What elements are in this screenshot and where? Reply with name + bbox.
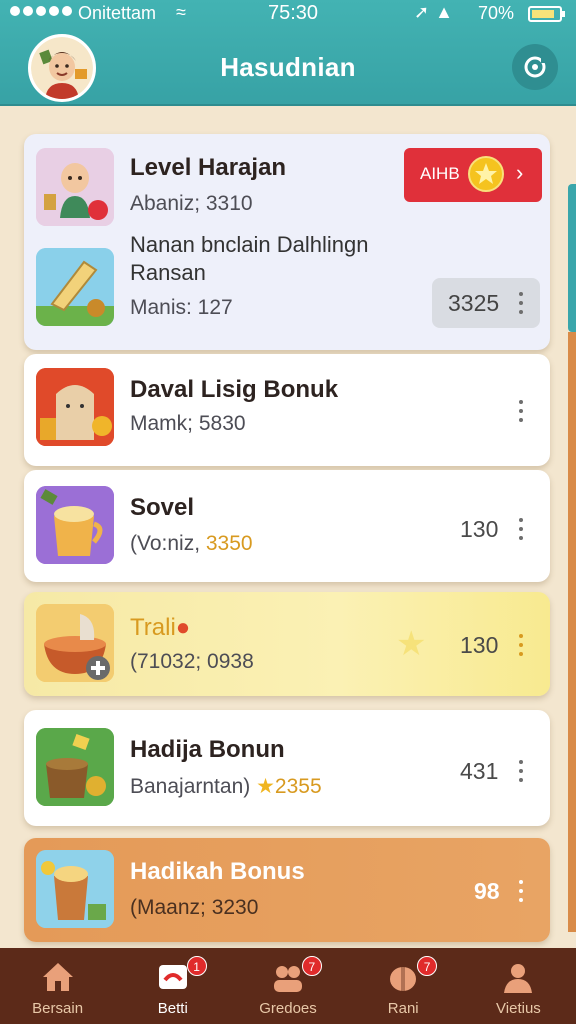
boy-thumbnail-icon — [36, 148, 114, 226]
home-icon — [42, 963, 73, 991]
friends-icon — [274, 966, 302, 992]
location-icon: ➚▲ — [414, 2, 459, 22]
settings-button[interactable] — [512, 44, 558, 90]
card-subtitle-value: 3350 — [205, 532, 253, 555]
card-title: Level Harajan — [130, 154, 287, 181]
game-icon — [158, 965, 187, 989]
tab-home[interactable]: Bersain — [0, 948, 115, 1024]
battery-percent: 70% — [478, 3, 515, 23]
status-bar: Onitettam ≈ 75:30 ➚▲ 70% — [0, 0, 576, 28]
tab-label: Vietius — [496, 1000, 541, 1017]
more-icon[interactable] — [516, 880, 526, 902]
star-icon: ★ — [396, 625, 427, 663]
tab-label: Betti — [157, 1000, 188, 1017]
card-subtitle-label: Banajarntan) — [130, 775, 251, 798]
claim-button-label: AIHB — [420, 164, 460, 183]
card-subtitle-label: (Vo:niz, — [130, 532, 206, 555]
card-subtitle: Manis: 127 — [130, 296, 233, 319]
list-item[interactable]: Daval Lisig Bonuk Mamk; 5830 — [24, 354, 550, 466]
card-subtitle: Banajarntan) ★2355 — [130, 774, 322, 799]
card-subtitle: (Vo:niz, 3350 — [130, 532, 253, 556]
scroll-indicator — [568, 184, 576, 332]
settings-icon — [524, 56, 547, 78]
card-subtitle: (71032; 0938 — [130, 650, 254, 673]
more-icon[interactable] — [516, 760, 526, 782]
card-subtitle-value: 2355 — [274, 775, 322, 798]
list-item[interactable]: Level Harajan Abaniz; 3310 AIHB › Nanan … — [24, 134, 550, 350]
card-title: Daval Lisig Bonuk — [130, 376, 339, 403]
card-value: 98 — [474, 878, 500, 904]
star-icon: ★ — [256, 775, 275, 798]
card-title-line2: Ransan — [130, 260, 206, 285]
card-value: 3325 — [448, 290, 500, 316]
profile-icon — [504, 964, 533, 993]
card-value: 130 — [460, 516, 499, 542]
tab-friends[interactable]: 7 Gredoes — [230, 948, 345, 1024]
dagger-thumbnail-icon — [36, 248, 114, 326]
soup-thumbnail-icon — [36, 604, 114, 682]
tab-label: Gredoes — [259, 1000, 317, 1017]
card-subtitle: (Maanz; 3230 — [130, 896, 259, 919]
tab-game[interactable]: 1 Betti — [115, 948, 230, 1024]
more-icon[interactable] — [516, 400, 526, 422]
flame-icon: ● — [175, 614, 191, 641]
card-title: Sovel — [130, 494, 195, 521]
more-icon[interactable] — [516, 518, 526, 540]
card-value: 130 — [460, 632, 499, 658]
bottom-tab-bar: Bersain 1 Betti 7 Gredoes 7 Rani Vietius — [0, 948, 576, 1024]
card-value: 431 — [460, 758, 499, 784]
tab-profile[interactable]: Vietius — [461, 948, 576, 1024]
value-chip: 3325 — [432, 278, 540, 328]
claim-button[interactable]: AIHB › — [404, 148, 542, 202]
bread-thumbnail-icon — [36, 368, 114, 446]
card-subtitle: Mamk; 5830 — [130, 412, 246, 435]
drink-thumbnail-icon — [36, 850, 114, 928]
chevron-right-icon: › — [516, 160, 524, 185]
gift-icon — [390, 966, 417, 992]
signal-dots-icon — [10, 6, 72, 16]
notification-badge: 1 — [186, 956, 207, 976]
more-icon[interactable] — [516, 634, 526, 656]
pot-thumbnail-icon — [36, 728, 114, 806]
status-time: 75:30 — [268, 2, 319, 24]
page-title: Hasudnian — [220, 52, 356, 82]
notification-badge: 7 — [417, 956, 438, 976]
scroll-track — [568, 332, 576, 932]
list-item[interactable]: Hadija Bonun Banajarntan) ★2355 431 — [24, 710, 550, 826]
card-subtitle: Abaniz; 3310 — [130, 192, 253, 215]
wifi-icon: ≈ — [176, 2, 186, 22]
notification-badge: 7 — [301, 956, 322, 976]
list-item[interactable]: Sovel (Vo:niz, 3350 130 — [24, 470, 550, 582]
tab-gift[interactable]: 7 Rani — [346, 948, 461, 1024]
cup-thumbnail-icon — [36, 486, 114, 564]
card-title: Nanan bnclain Dalhlingn — [130, 232, 369, 257]
list-item[interactable]: Trali● (71032; 0938 ★ 130 — [24, 592, 550, 696]
more-icon[interactable] — [516, 292, 526, 314]
battery-icon — [528, 6, 565, 22]
tab-label: Bersain — [32, 1000, 84, 1017]
card-title: Hadija Bonun — [130, 736, 285, 763]
card-title-text: Trali — [130, 614, 176, 641]
list-item[interactable]: Hadikah Bonus (Maanz; 3230 98 — [24, 838, 550, 942]
carrier-name: Onitettam — [78, 3, 157, 23]
card-title: Trali● — [130, 614, 190, 642]
card-title: Hadikah Bonus — [130, 858, 305, 885]
tab-label: Rani — [387, 1000, 419, 1017]
star-coin-icon — [468, 156, 504, 192]
